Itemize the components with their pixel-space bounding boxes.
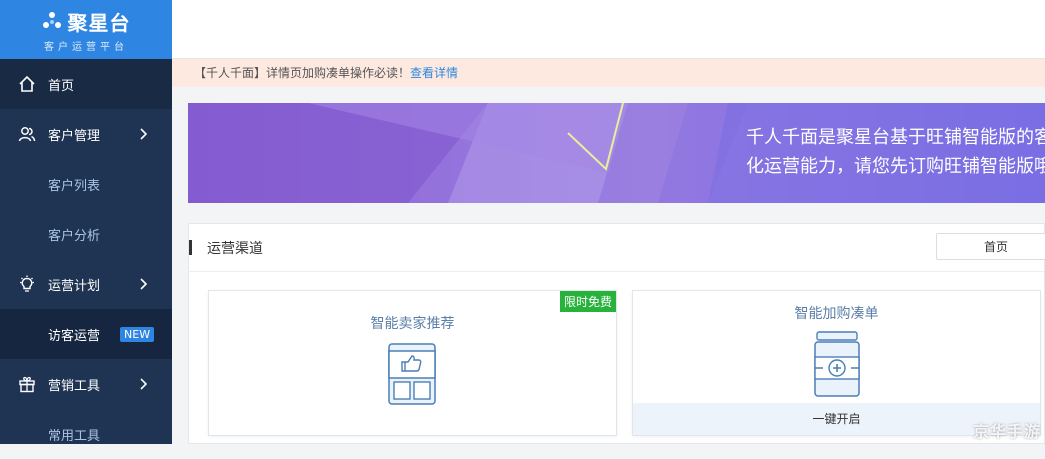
logo-row: 聚星台 — [42, 7, 131, 36]
brand-subtitle: 客户运营平台 — [44, 41, 128, 53]
sidebar-item-operation-plan[interactable]: 运营计划 — [0, 259, 172, 309]
banner-line-1: 千人千面是聚星台基于旺铺智能版的客 — [746, 127, 1045, 148]
sidebar-item-common-tools[interactable]: 常用工具 — [0, 409, 172, 459]
card-smart-seller-recommend[interactable]: 限时免费 智能卖家推荐 — [208, 290, 617, 436]
sidebar-item-label: 客户管理 — [48, 128, 101, 144]
chevron-right-icon — [140, 378, 148, 390]
top-bar — [172, 0, 1045, 59]
sidebar-item-visitor-operation[interactable]: 访客运营 NEW — [0, 309, 172, 359]
promo-banner[interactable]: 千人千面是聚星台基于旺铺智能版的客 化运营能力，请您先订购旺铺智能版哦 — [188, 103, 1045, 203]
logo-mark-icon — [42, 12, 61, 28]
card-title: 智能加购凑单 — [794, 306, 879, 322]
sidebar-item-label: 运营计划 — [48, 278, 101, 294]
sidebar-item-customer-analysis[interactable]: 客户分析 — [0, 209, 172, 259]
sidebar-item-label: 客户分析 — [48, 228, 101, 244]
notice-details-link[interactable]: 查看详情 — [410, 66, 458, 80]
gift-icon — [17, 374, 37, 394]
free-badge: 限时免费 — [559, 291, 616, 312]
sidebar-item-label: 首页 — [48, 78, 75, 94]
notice-text: 【千人千面】详情页加购凑单操作必读！ — [194, 66, 411, 80]
lightbulb-icon — [17, 274, 37, 294]
notice-bar: 【千人千面】详情页加购凑单操作必读！查看详情 — [172, 59, 1045, 87]
watermark: 京华手游 — [972, 422, 1041, 441]
card-title: 智能卖家推荐 — [370, 316, 455, 332]
operation-channels-panel: 运营渠道 首页 限时免费 智能卖家推荐 智能加购凑单 一键开启 — [188, 223, 1045, 444]
sidebar: 聚星台 客户运营平台 首页 客户管理 客户列表 客户分析 运营计划 访客运营 N… — [0, 0, 172, 444]
brand-logo[interactable]: 聚星台 客户运营平台 — [0, 0, 172, 59]
chevron-right-icon — [140, 278, 148, 290]
home-icon — [17, 74, 37, 94]
add-module-icon — [814, 331, 860, 397]
card-smart-add-to-cart[interactable]: 智能加购凑单 一键开启 — [632, 290, 1041, 436]
sidebar-item-home[interactable]: 首页 — [0, 59, 172, 109]
chevron-right-icon — [140, 128, 148, 140]
home-page-selector[interactable]: 首页 — [936, 233, 1045, 260]
sidebar-item-marketing-tools[interactable]: 营销工具 — [0, 359, 172, 409]
sidebar-item-label: 营销工具 — [48, 378, 101, 394]
users-icon — [17, 124, 37, 144]
brand-name: 聚星台 — [67, 10, 131, 35]
thumbs-up-module-icon — [388, 343, 436, 405]
panel-header: 运营渠道 首页 — [189, 224, 1045, 272]
new-badge: NEW — [120, 326, 155, 342]
banner-line-2: 化运营能力，请您先订购旺铺智能版哦 — [746, 156, 1045, 177]
title-accent-bar — [189, 240, 192, 255]
sidebar-item-label: 访客运营 — [48, 328, 101, 344]
sidebar-item-customer-management[interactable]: 客户管理 — [0, 109, 172, 159]
sidebar-item-customer-list[interactable]: 客户列表 — [0, 159, 172, 209]
banner-text: 千人千面是聚星台基于旺铺智能版的客 化运营能力，请您先订购旺铺智能版哦 — [746, 123, 1045, 181]
sidebar-item-label: 常用工具 — [48, 428, 101, 444]
panel-title: 运营渠道 — [207, 241, 263, 257]
sidebar-item-label: 客户列表 — [48, 178, 101, 194]
